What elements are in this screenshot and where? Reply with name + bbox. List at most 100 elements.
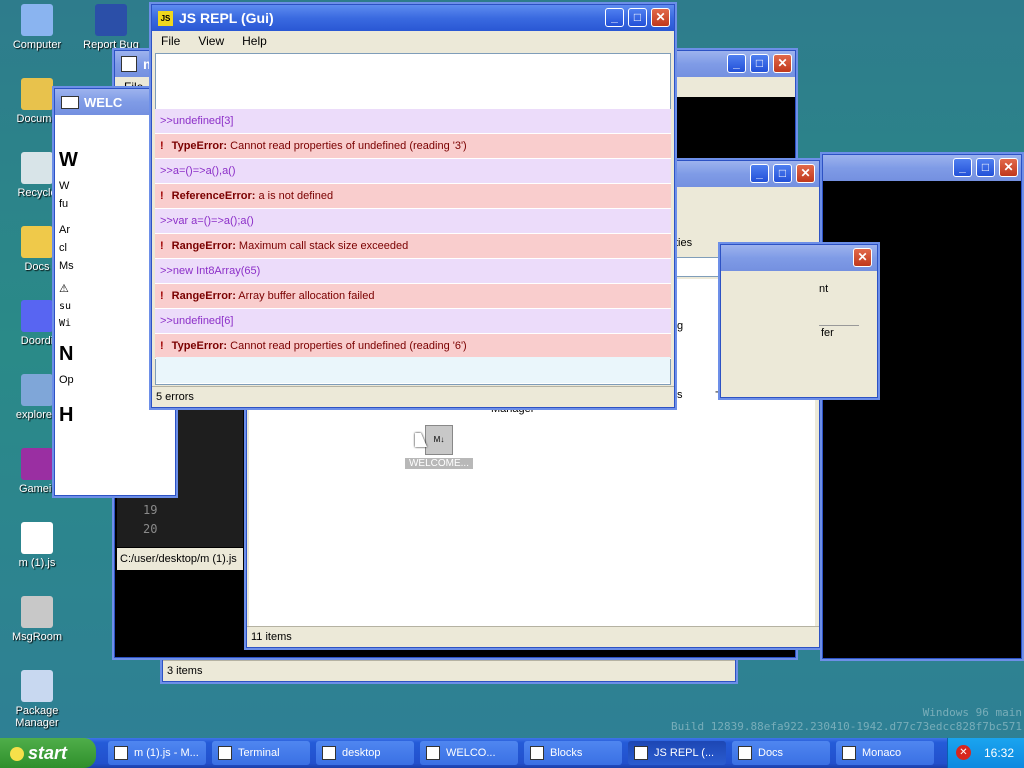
error-icon: ! — [160, 240, 164, 252]
taskbar-item-label: Terminal — [238, 747, 280, 759]
heading: H — [59, 404, 74, 426]
computer-icon — [21, 4, 53, 36]
desktop-icon[interactable]: m (1).js — [0, 522, 74, 569]
divider — [819, 325, 859, 326]
window-title: JS REPL (Gui) — [179, 10, 274, 26]
minimize-button[interactable]: _ — [605, 8, 624, 27]
close-button[interactable]: ✕ — [773, 54, 792, 73]
toolbar-label: ties — [675, 237, 693, 249]
close-button[interactable]: ✕ — [999, 158, 1018, 177]
discord-icon — [21, 300, 53, 332]
taskbar-item[interactable]: Terminal — [212, 741, 310, 765]
text-line: W — [59, 180, 70, 192]
minimize-button[interactable]: _ — [727, 54, 746, 73]
error-name: ReferenceError: — [171, 190, 256, 202]
documents-icon — [21, 78, 53, 110]
minimize-button[interactable]: _ — [953, 158, 972, 177]
desktop-icon-label: Package Manager — [15, 705, 59, 729]
error-icon: ! — [160, 340, 164, 352]
game-icon — [21, 448, 53, 480]
taskbar: start m (1).js - M... Terminal desktop WELC… — [0, 738, 1024, 768]
error-message: Array buffer allocation failed — [235, 290, 375, 302]
watermark: Windows 96 main Build 12839.88efa922.230… — [671, 706, 1022, 734]
error-message: a is not defined — [255, 190, 334, 202]
cursor-icon — [415, 433, 427, 447]
maximize-button[interactable]: □ — [628, 8, 647, 27]
taskbar-item[interactable]: Blocks — [524, 741, 622, 765]
dialog-titlebar[interactable]: ✕ — [721, 245, 877, 271]
file-label: g — [677, 320, 684, 332]
close-button[interactable]: ✕ — [651, 8, 670, 27]
heading: N — [59, 343, 74, 365]
desktop-icon[interactable]: Package Manager — [0, 670, 74, 729]
markdown-icon — [61, 95, 79, 109]
repl-error-line: ! TypeError: Cannot read properties of un… — [155, 134, 671, 159]
smiley-icon — [10, 747, 24, 762]
repl-input-line: >>undefined[3] — [155, 109, 671, 134]
watermark-line: Windows 96 main — [922, 706, 1022, 719]
repl-error-line: ! ReferenceError: a is not defined — [155, 184, 671, 209]
taskbar-item[interactable]: JS REPL (... — [628, 741, 726, 765]
maximize-button[interactable]: □ — [750, 54, 769, 73]
desktop-icon[interactable]: Computer — [0, 4, 74, 51]
dragged-file[interactable]: M↓ WELCOME... — [405, 425, 473, 469]
taskbar-item[interactable]: Monaco — [836, 741, 934, 765]
repl-error-line: ! RangeError: Array buffer allocation fai… — [155, 284, 671, 309]
start-label: start — [28, 743, 68, 763]
taskbar-item-label: Blocks — [550, 747, 583, 759]
error-message: Maximum call stack size exceeded — [235, 240, 409, 252]
status-text: 5 errors — [152, 386, 674, 407]
repl-rows: >>undefined[3]! TypeError: Cannot read pr… — [155, 109, 671, 359]
taskbar-item-label: m (1).js - M... — [134, 747, 199, 759]
repl-input-line: >>undefined[6] — [155, 309, 671, 334]
error-icon[interactable]: ✕ — [956, 745, 971, 760]
maximize-button[interactable]: □ — [773, 164, 792, 183]
start-button[interactable]: start — [0, 738, 96, 768]
file-label: s — [677, 389, 683, 401]
text-line: fu — [59, 198, 69, 210]
repl-input[interactable] — [156, 357, 670, 383]
taskbar-item-label: desktop — [342, 747, 381, 759]
line-number: 19 — [143, 503, 158, 517]
text-line: Op — [59, 374, 74, 386]
status-text: 3 items — [163, 660, 735, 681]
desktop-icon[interactable]: Report Bug — [74, 4, 148, 51]
minimize-button[interactable]: _ — [750, 164, 769, 183]
text-line: su — [59, 301, 72, 312]
taskbar-item[interactable]: desktop — [316, 741, 414, 765]
clock: 16:32 — [984, 746, 1015, 760]
terminal-titlebar[interactable]: _ □ ✕ — [823, 155, 1021, 181]
line-number: 20 — [143, 522, 158, 536]
window-title: WELC — [84, 94, 123, 110]
app-icon — [121, 56, 137, 72]
close-button[interactable]: ✕ — [853, 248, 872, 267]
file-label: WELCOME... — [405, 458, 473, 469]
error-name: TypeError: — [171, 140, 228, 152]
folder-icon — [322, 746, 336, 760]
desktop-icon-label: Computer — [12, 39, 62, 51]
repl-titlebar[interactable]: JS JS REPL (Gui) _ □ ✕ — [152, 5, 674, 31]
monaco-icon — [114, 746, 128, 760]
msgroom-icon — [21, 596, 53, 628]
folder-icon — [21, 226, 53, 258]
menu-view[interactable]: View — [189, 34, 233, 48]
taskbar-item[interactable]: Docs — [732, 741, 830, 765]
repl-input-line: >>new Int8Array(65) — [155, 259, 671, 284]
text-line: Wi — [59, 318, 72, 329]
maximize-button[interactable]: □ — [976, 158, 995, 177]
menu-file[interactable]: File — [152, 34, 189, 48]
repl-window[interactable]: JS JS REPL (Gui) _ □ ✕ File View Help >>… — [151, 4, 675, 408]
taskbar-item[interactable]: m (1).js - M... — [108, 741, 206, 765]
watermark-line: Build 12839.88efa922.230410-1942.d77c73e… — [671, 720, 1022, 733]
text-line: Ar — [59, 224, 70, 236]
close-button[interactable]: ✕ — [796, 164, 815, 183]
taskbar-item[interactable]: WELCO... — [420, 741, 518, 765]
terminal-window[interactable]: _ □ ✕ — [822, 154, 1022, 659]
desktop-icon-label: MsgRoom — [11, 631, 63, 643]
desktop-icon[interactable]: MsgRoom — [0, 596, 74, 643]
repl-input-line: >>a=()=>a(),a() — [155, 159, 671, 184]
markdown-icon — [426, 746, 440, 760]
small-dialog-window[interactable]: ✕ nt fer — [720, 244, 878, 398]
menu-help[interactable]: Help — [233, 34, 276, 48]
markdown-file-icon: M↓ — [425, 425, 453, 455]
